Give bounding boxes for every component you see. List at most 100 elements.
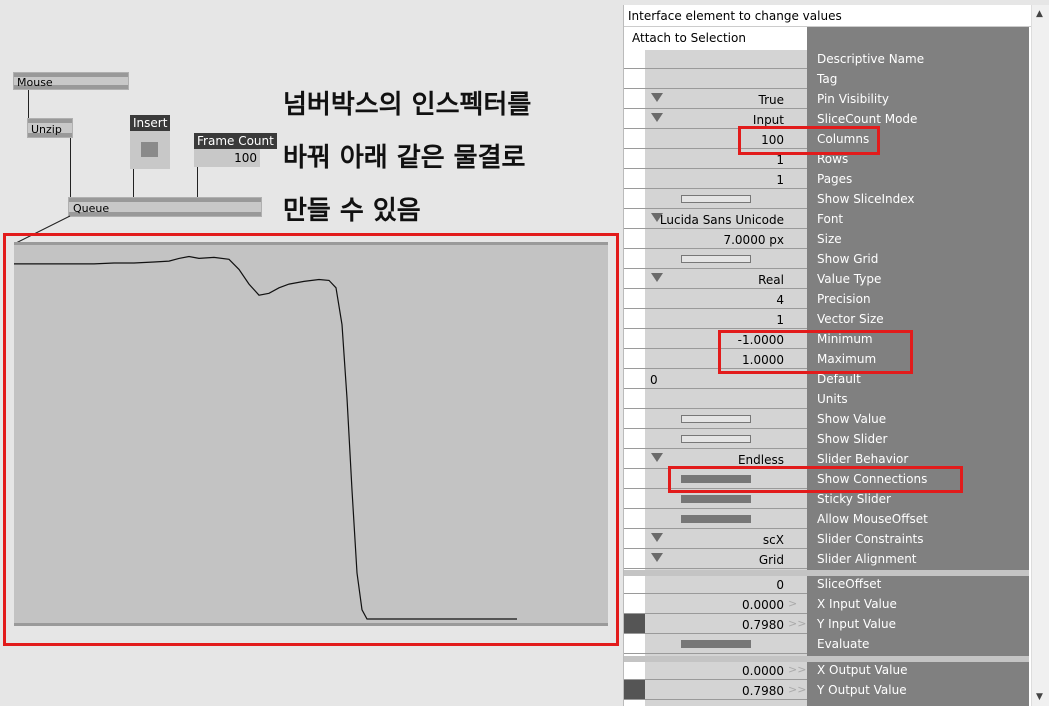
property-label: Size bbox=[817, 232, 842, 246]
minmax-highlight-box bbox=[718, 330, 913, 374]
framecount-numberbox[interactable]: 100 bbox=[194, 149, 260, 167]
attach-to-selection[interactable]: Attach to Selection bbox=[632, 31, 746, 45]
mouse-node[interactable]: Mouse bbox=[13, 72, 129, 90]
property-label: Y Output Value bbox=[817, 683, 907, 697]
property-row-show-sliceindex[interactable]: Show SliceIndex bbox=[624, 189, 1029, 209]
property-label: Units bbox=[817, 392, 848, 406]
property-value[interactable]: 1 bbox=[646, 309, 784, 328]
property-row-value-type[interactable]: Real Value Type bbox=[624, 269, 1029, 289]
property-label: Evaluate bbox=[817, 637, 870, 651]
toggle-switch[interactable] bbox=[681, 435, 751, 443]
property-label: Show Slider bbox=[817, 432, 888, 446]
property-value[interactable]: 7.0000 px bbox=[646, 229, 784, 248]
mouse-node-label: Mouse bbox=[17, 76, 53, 89]
toggle-switch[interactable] bbox=[681, 640, 751, 648]
property-label: Precision bbox=[817, 292, 871, 306]
inspector-scrollbar[interactable]: ▲ ▼ bbox=[1031, 5, 1049, 706]
pin-arrow-icon: > bbox=[788, 597, 798, 610]
scroll-down-icon[interactable]: ▼ bbox=[1036, 692, 1043, 702]
wire bbox=[28, 90, 29, 120]
property-label: X Input Value bbox=[817, 597, 897, 611]
property-row-size[interactable]: 7.0000 px Size bbox=[624, 229, 1029, 249]
framecount-value: 100 bbox=[234, 151, 257, 165]
property-label: Descriptive Name bbox=[817, 52, 925, 66]
property-label: Y Input Value bbox=[817, 617, 896, 631]
property-row-show-value[interactable]: Show Value bbox=[624, 409, 1029, 429]
insert-bang-button[interactable] bbox=[130, 131, 170, 169]
property-row-font[interactable]: Lucida Sans Unicode Font bbox=[624, 209, 1029, 229]
row-divider bbox=[624, 699, 807, 700]
property-row-vector-size[interactable]: 1 Vector Size bbox=[624, 309, 1029, 329]
property-value[interactable]: Lucida Sans Unicode bbox=[646, 209, 784, 228]
property-value[interactable]: True bbox=[646, 89, 785, 108]
annotation-line-1: 넘버박스의 인스펙터를 bbox=[283, 90, 532, 120]
scroll-up-icon[interactable]: ▲ bbox=[1036, 9, 1043, 19]
toggle-switch[interactable] bbox=[681, 255, 751, 263]
annotation-line-3: 만들 수 있음 bbox=[283, 196, 421, 226]
pin-connected-indicator bbox=[624, 614, 645, 633]
unzip-node[interactable]: Unzip bbox=[27, 118, 73, 138]
property-row-y-output-value[interactable]: 0.7980 >> Y Output Value bbox=[624, 680, 1029, 700]
property-row-slider-constraints[interactable]: scX Slider Constraints bbox=[624, 529, 1029, 549]
toggle-switch[interactable] bbox=[681, 415, 751, 423]
toggle-switch[interactable] bbox=[681, 495, 751, 503]
property-value[interactable]: scX bbox=[646, 529, 784, 548]
pin-connected-indicator bbox=[624, 680, 645, 699]
wire bbox=[70, 138, 71, 198]
property-value[interactable]: 0.7980 bbox=[646, 680, 784, 699]
property-row-y-input-value[interactable]: 0.7980 >> Y Input Value bbox=[624, 614, 1029, 634]
property-label: Font bbox=[817, 212, 844, 226]
property-row-precision[interactable]: 4 Precision bbox=[624, 289, 1029, 309]
property-label: Allow MouseOffset bbox=[817, 512, 928, 526]
property-row-units[interactable]: Units bbox=[624, 389, 1029, 409]
property-row-show-slider[interactable]: Show Slider bbox=[624, 429, 1029, 449]
wire bbox=[197, 167, 198, 198]
inspector-header: Interface element to change values bbox=[624, 5, 1034, 27]
property-label: Vector Size bbox=[817, 312, 884, 326]
property-row-allow-mouseoffset[interactable]: Allow MouseOffset bbox=[624, 509, 1029, 529]
property-value[interactable]: 0 bbox=[646, 574, 784, 593]
property-value[interactable] bbox=[646, 389, 784, 408]
property-row-x-input-value[interactable]: 0.0000 > X Input Value bbox=[624, 594, 1029, 614]
property-row-slider-alignment[interactable]: Grid Slider Alignment bbox=[624, 549, 1029, 569]
toggle-switch[interactable] bbox=[681, 195, 751, 203]
property-value[interactable] bbox=[646, 69, 784, 88]
property-row-evaluate[interactable]: Evaluate bbox=[624, 634, 1029, 654]
row-divider bbox=[624, 568, 807, 569]
insert-title: Insert bbox=[130, 115, 171, 131]
queue-node[interactable]: Queue bbox=[68, 197, 262, 217]
property-row-pages[interactable]: 1 Pages bbox=[624, 169, 1029, 189]
property-label: Pin Visibility bbox=[817, 92, 890, 106]
wire bbox=[133, 169, 134, 198]
property-label: Slider Alignment bbox=[817, 552, 917, 566]
property-value[interactable]: 0.7980 bbox=[646, 614, 784, 633]
property-row-descriptive-name[interactable]: Descriptive Name bbox=[624, 49, 1029, 69]
bang-square bbox=[141, 142, 158, 157]
property-label: SliceOffset bbox=[817, 577, 882, 591]
pin-arrow-icon: >> bbox=[788, 683, 807, 696]
property-value[interactable]: Real bbox=[646, 269, 784, 288]
pin-arrow-icon: >> bbox=[788, 617, 807, 630]
property-value[interactable]: 0.0000 bbox=[646, 594, 784, 613]
toggle-switch[interactable] bbox=[681, 515, 751, 523]
unzip-node-label: Unzip bbox=[31, 123, 62, 136]
framecount-title: Frame Count bbox=[194, 133, 277, 149]
queue-node-label: Queue bbox=[73, 202, 110, 215]
property-label: Show SliceIndex bbox=[817, 192, 915, 206]
property-label: Show Grid bbox=[817, 252, 879, 266]
property-value[interactable]: 4 bbox=[646, 289, 784, 308]
property-row-show-grid[interactable]: Show Grid bbox=[624, 249, 1029, 269]
property-value[interactable]: 1 bbox=[646, 169, 784, 188]
property-row-tag[interactable]: Tag bbox=[624, 69, 1029, 89]
property-value[interactable]: 0.0000 bbox=[646, 660, 784, 679]
property-row-sliceoffset[interactable]: 0 SliceOffset bbox=[624, 574, 1029, 594]
property-value[interactable] bbox=[646, 49, 784, 68]
property-value[interactable]: Grid bbox=[646, 549, 784, 568]
property-label: Pages bbox=[817, 172, 853, 186]
property-row-x-output-value[interactable]: 0.0000 >> X Output Value bbox=[624, 660, 1029, 680]
annotation-line-2: 바꿔 아래 같은 물결로 bbox=[283, 143, 526, 173]
property-label: Slider Constraints bbox=[817, 532, 924, 546]
columns-highlight-box bbox=[738, 126, 880, 155]
property-row-pin-visibility[interactable]: True Pin Visibility bbox=[624, 89, 1029, 109]
connections-highlight-box bbox=[668, 466, 963, 493]
